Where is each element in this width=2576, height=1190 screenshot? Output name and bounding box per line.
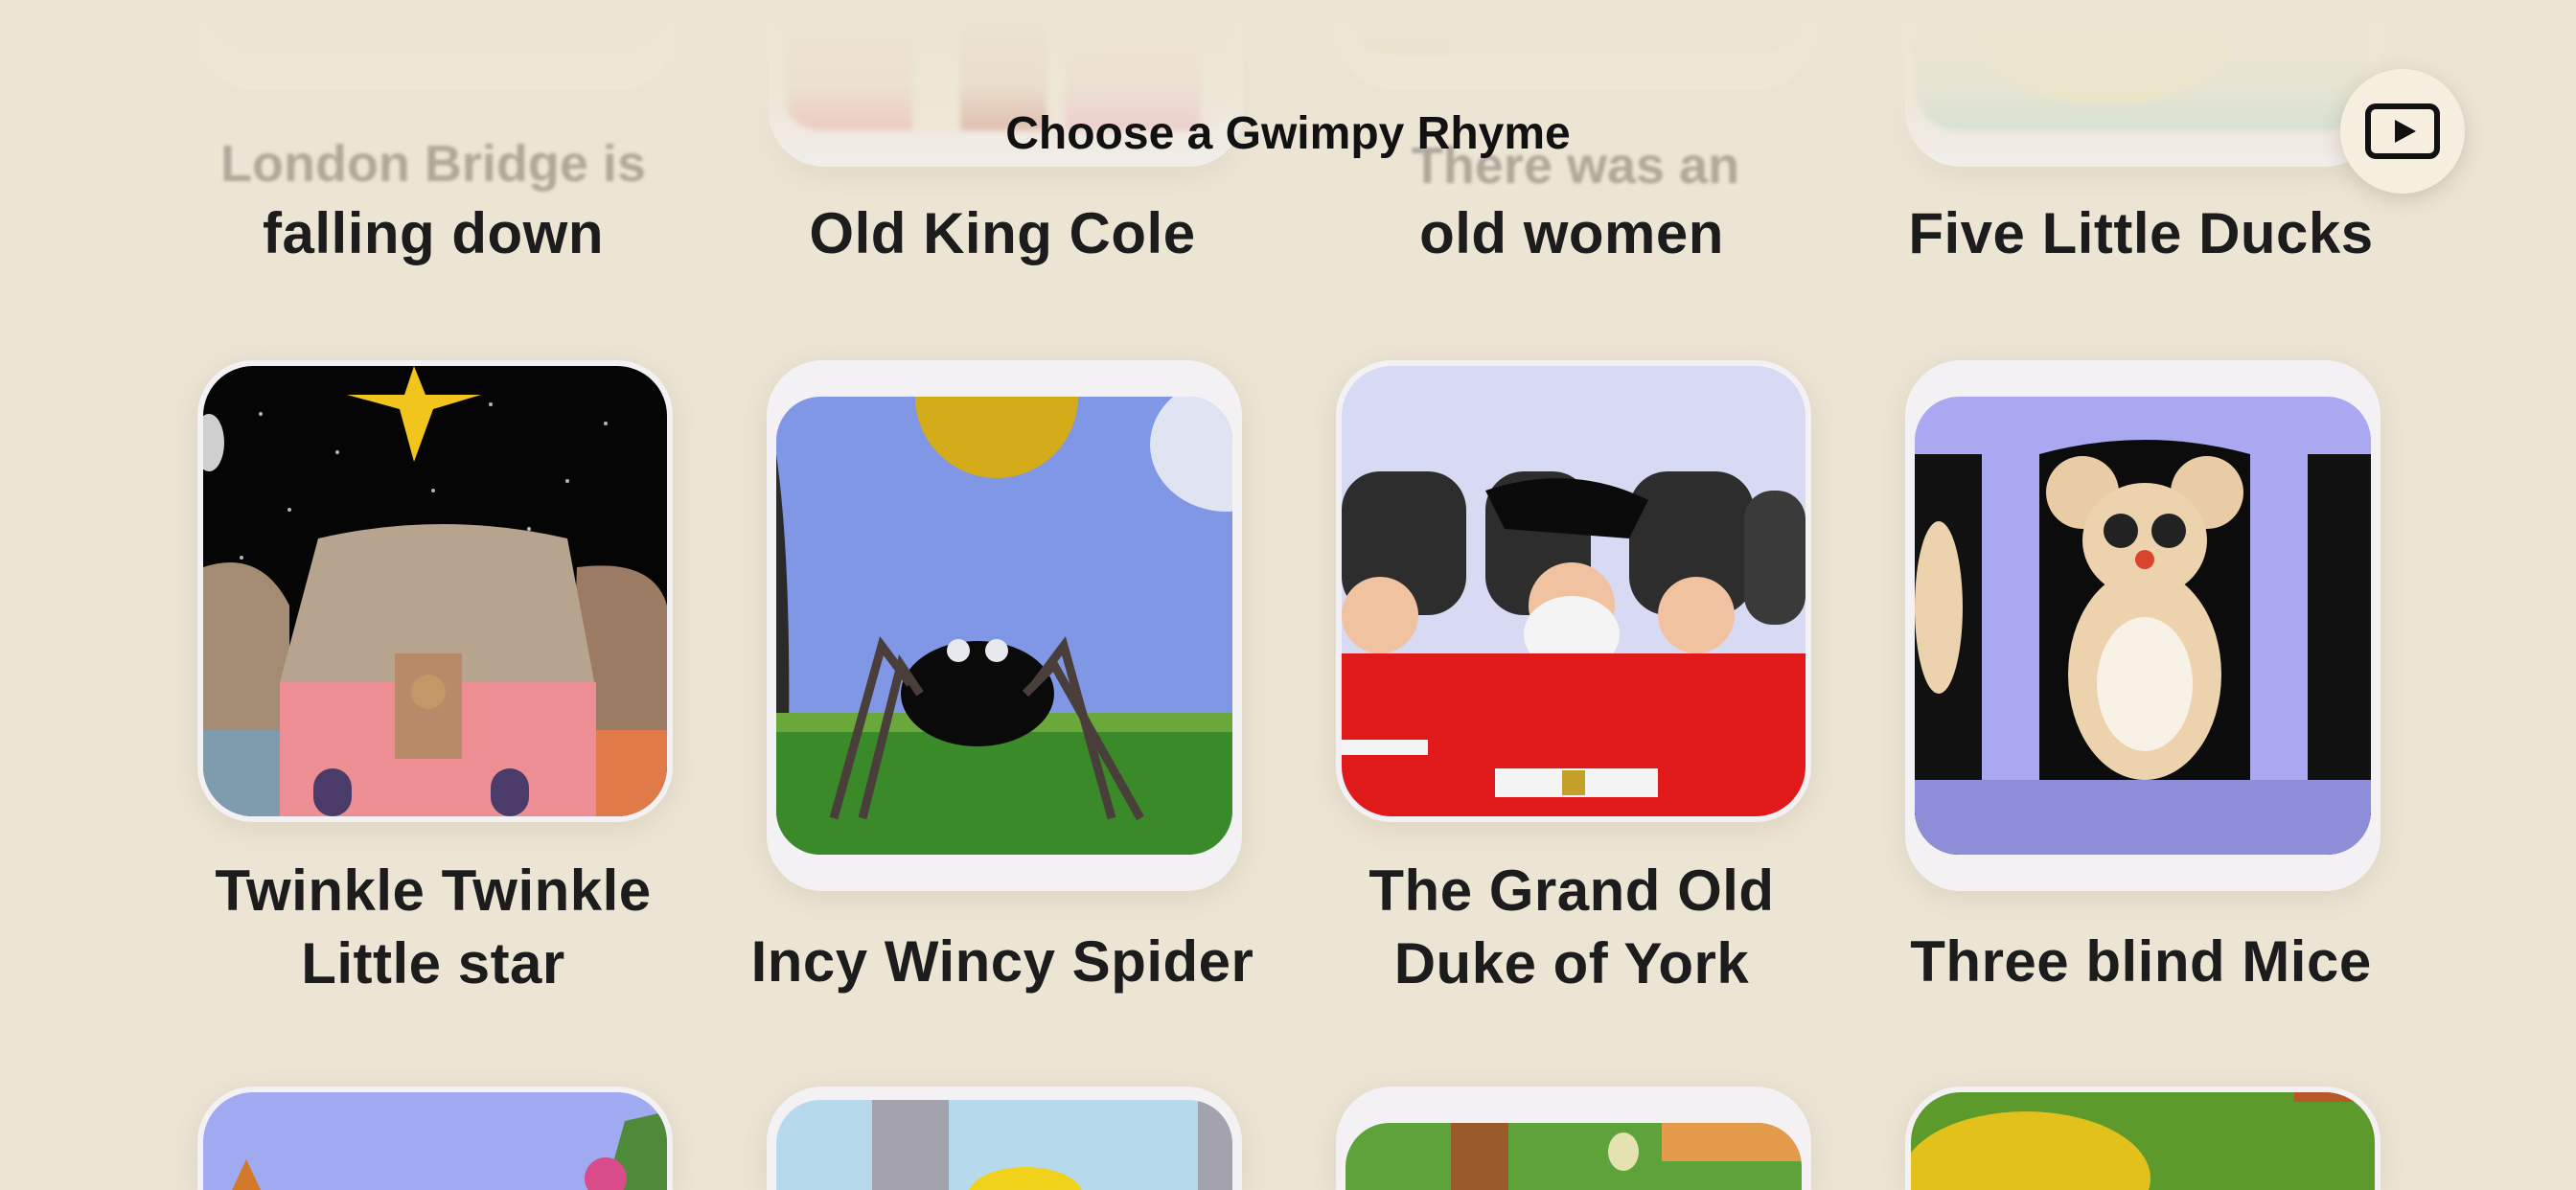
page-title: Choose a Gwimpy Rhyme [1005, 108, 1571, 159]
rhyme-card-row3-2[interactable] [767, 1087, 1242, 1190]
rhyme-title-five-little-ducks[interactable]: Five Little Ducks [1873, 197, 2409, 270]
title-line: Incy Wincy Spider [750, 929, 1254, 994]
rhyme-card-row3-1[interactable] [197, 1087, 673, 1190]
rhyme-title-grand-old-duke[interactable]: The Grand Old Duke of York [1303, 855, 1840, 1000]
rhyme-grid: London Bridge is There was an falling do… [0, 0, 2576, 1190]
rhyme-card-london-bridge[interactable] [199, 0, 675, 90]
rhyme-title-incy-wincy-spider[interactable]: Incy Wincy Spider [734, 926, 1271, 998]
title-line: old women [1419, 201, 1724, 265]
title-line: falling down [263, 201, 604, 265]
title-line: Duke of York [1393, 931, 1750, 995]
rhyme-card-twinkle-twinkle[interactable] [197, 360, 673, 822]
rhyme-title-old-women[interactable]: old women [1303, 197, 1840, 270]
rhyme-title-falling-down[interactable]: falling down [165, 197, 702, 270]
rhyme-card-grand-old-duke[interactable] [1336, 360, 1811, 822]
rhyme-title-three-blind-mice[interactable]: Three blind Mice [1873, 926, 2409, 998]
rhyme-title-old-king-cole[interactable]: Old King Cole [734, 197, 1271, 270]
rhyme-card-row3-3[interactable] [1336, 1087, 1811, 1190]
title-line: Twinkle Twinkle [215, 858, 652, 923]
play-video-icon [2365, 103, 2440, 159]
title-line: Three blind Mice [1910, 929, 2372, 994]
title-line: The Grand Old [1368, 858, 1775, 923]
play-video-button[interactable] [2340, 69, 2465, 194]
rhyme-title-twinkle-twinkle[interactable]: Twinkle Twinkle Little star [165, 855, 702, 1000]
rhyme-card-three-blind-mice[interactable] [1905, 360, 2380, 891]
title-line: Five Little Ducks [1908, 201, 2374, 265]
rhyme-card-row3-4[interactable] [1905, 1087, 2380, 1190]
rhyme-card-there-was-an-old-women[interactable] [1338, 0, 1813, 90]
title-line: Little star [301, 931, 565, 995]
title-line: Old King Cole [809, 201, 1196, 265]
rhyme-card-incy-wincy-spider[interactable] [767, 360, 1242, 891]
